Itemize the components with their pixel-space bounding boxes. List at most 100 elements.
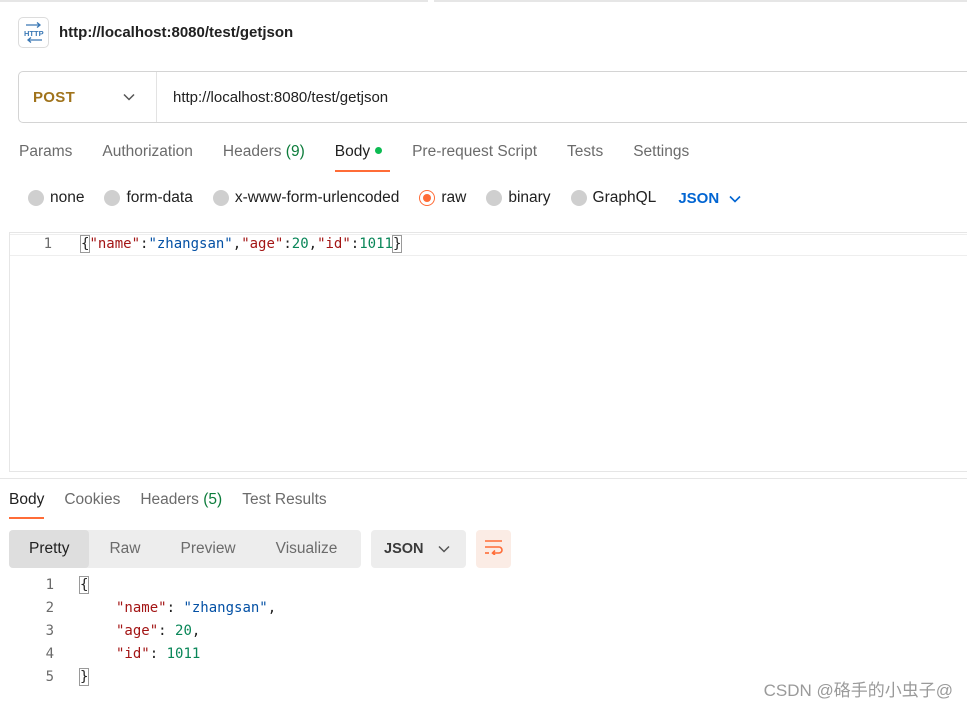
body-format-select[interactable]: JSON: [678, 190, 741, 207]
wrap-lines-button[interactable]: [476, 530, 511, 568]
line-number: 5: [45, 669, 54, 685]
response-format-select[interactable]: JSON: [371, 530, 466, 568]
json-string: "zhangsan": [148, 236, 233, 252]
comma: ,: [308, 236, 318, 252]
view-visualize-button[interactable]: Visualize: [256, 530, 358, 568]
radio-label: form-data: [126, 189, 193, 206]
json-string: "zhangsan": [183, 600, 268, 616]
tab-pre-request-script[interactable]: Pre-request Script: [412, 140, 537, 174]
view-preview-button[interactable]: Preview: [161, 530, 256, 568]
json-number: 1011: [166, 646, 201, 662]
chevron-down-icon: [123, 88, 135, 106]
line-number: 4: [45, 646, 54, 662]
json-key: "id": [317, 236, 351, 252]
tab-body[interactable]: Body: [334, 140, 391, 174]
radio-none[interactable]: none: [28, 189, 84, 207]
response-line: "name": "zhangsan",: [116, 600, 276, 616]
line-number: 1: [45, 577, 54, 593]
tab-label: Cookies: [64, 491, 121, 508]
view-pretty-button[interactable]: Pretty: [9, 530, 90, 568]
colon: :: [166, 600, 176, 616]
wrap-lines-icon: [484, 539, 504, 560]
tab-settings[interactable]: Settings: [633, 140, 689, 174]
body-modified-dot: [375, 147, 383, 154]
colon: :: [158, 623, 167, 639]
json-key: "name": [89, 236, 141, 252]
response-tab-test-results[interactable]: Test Results: [242, 489, 326, 519]
json-number: 20: [291, 236, 309, 252]
url-input[interactable]: http://localhost:8080/test/getjson: [157, 89, 388, 106]
response-line: "age": 20,: [116, 623, 200, 639]
request-tabs: Params Authorization Headers (9) Body Pr…: [19, 140, 719, 174]
request-body-editor[interactable]: 1 {"name":"zhangsan","age":20,"id":1011}: [9, 232, 967, 472]
radio-circle-selected: [419, 190, 436, 206]
request-title[interactable]: http://localhost:8080/test/getjson: [59, 24, 293, 41]
response-line: "id": 1011: [116, 646, 200, 662]
radio-label: none: [50, 189, 85, 206]
request-body-code: {"name":"zhangsan","age":20,"id":1011}: [79, 235, 403, 253]
top-edge: [0, 0, 967, 3]
tab-headers[interactable]: Headers (9): [223, 140, 305, 174]
method-label: POST: [33, 88, 76, 106]
tab-label: Settings: [633, 143, 690, 160]
radio-raw[interactable]: raw: [419, 189, 466, 207]
radio-circle: [104, 190, 121, 206]
url-bar: POST http://localhost:8080/test/getjson: [18, 71, 967, 123]
radio-circle: [570, 190, 587, 206]
tab-label: Params: [19, 143, 73, 160]
tab-label: Tests: [567, 143, 604, 160]
json-key: "name": [116, 600, 167, 616]
tab-label: Headers: [222, 143, 282, 160]
body-format-label: JSON: [678, 189, 720, 207]
request-header: HTTP http://localhost:8080/test/getjson: [18, 16, 293, 48]
headers-count: (5): [203, 491, 223, 508]
view-raw-button[interactable]: Raw: [89, 530, 160, 568]
radio-label: raw: [441, 189, 467, 206]
tab-label: Authorization: [102, 143, 193, 160]
radio-graphql[interactable]: GraphQL: [570, 189, 657, 207]
comma: ,: [191, 623, 201, 639]
comma: ,: [267, 600, 277, 616]
tab-authorization[interactable]: Authorization: [102, 140, 192, 174]
response-format-label: JSON: [384, 541, 424, 557]
radio-x-www-form-urlencoded[interactable]: x-www-form-urlencoded: [212, 189, 400, 207]
watermark: CSDN @硌手的小虫子@: [763, 681, 953, 700]
tab-label: Test Results: [242, 491, 327, 508]
radio-label: GraphQL: [592, 189, 657, 206]
response-tab-cookies[interactable]: Cookies: [64, 489, 120, 519]
colon: :: [350, 236, 360, 252]
line-number: 3: [45, 623, 54, 639]
close-brace: }: [78, 668, 90, 686]
response-tabs: Body Cookies Headers (5) Test Results: [9, 489, 347, 521]
close-brace: }: [391, 235, 403, 253]
line-number: 2: [45, 600, 54, 616]
response-tab-headers[interactable]: Headers (5): [140, 489, 222, 519]
tab-label: Body: [9, 491, 45, 508]
radio-binary[interactable]: binary: [486, 189, 551, 207]
open-brace: {: [78, 576, 90, 594]
response-tab-body[interactable]: Body: [9, 489, 45, 519]
chevron-down-icon: [424, 541, 450, 557]
radio-label: binary: [508, 189, 551, 206]
headers-count: (9): [285, 143, 305, 160]
radio-form-data[interactable]: form-data: [104, 189, 193, 207]
json-key: "age": [116, 623, 159, 639]
method-select[interactable]: POST: [19, 72, 157, 122]
radio-circle: [212, 190, 229, 206]
pane-divider[interactable]: [0, 478, 967, 479]
radio-circle: [28, 190, 44, 206]
tab-params[interactable]: Params: [19, 140, 72, 174]
response-body[interactable]: 1 2 3 4 5 { "name": "zhangsan", "age": 2…: [0, 575, 967, 690]
colon: :: [283, 236, 292, 252]
tab-tests[interactable]: Tests: [567, 140, 603, 174]
body-type-options: none form-data x-www-form-urlencoded raw…: [28, 186, 741, 210]
http-request-icon: HTTP: [18, 16, 49, 48]
comma: ,: [232, 236, 242, 252]
line-number: 1: [43, 236, 52, 252]
response-view-switch: Pretty Raw Preview Visualize: [9, 530, 361, 568]
tab-label: Pre-request Script: [412, 143, 538, 160]
radio-label: x-www-form-urlencoded: [234, 189, 400, 206]
svg-text:HTTP: HTTP: [24, 29, 44, 38]
chevron-down-icon: [719, 190, 741, 207]
json-number: 20: [175, 623, 192, 639]
